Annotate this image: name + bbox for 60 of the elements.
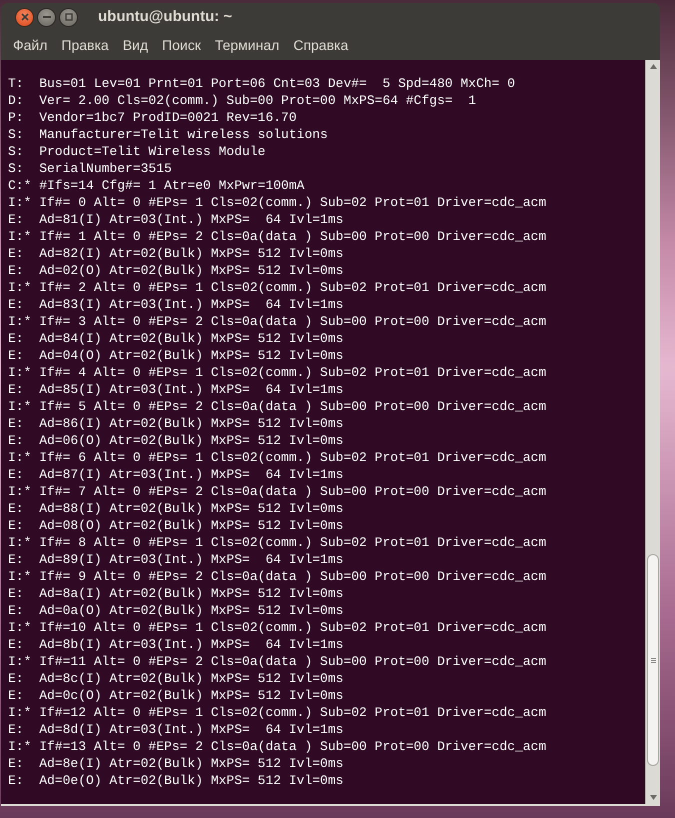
terminal-line: D: Ver= 2.00 Cls=02(comm.) Sub=00 Prot=00 MxPS=64 #Cfgs= 1 xyxy=(8,92,476,109)
terminal-line: T: Bus=01 Lev=01 Prnt=01 Port=06 Cnt=03 Dev#= 5 Spd=480 MxCh= 0 xyxy=(8,75,516,92)
close-button[interactable] xyxy=(15,8,34,26)
terminal-line: E: Ad=86(I) Atr=02(Bulk) MxPS= 512 Ivl=0ms xyxy=(8,415,344,432)
menu-item[interactable]: Файл xyxy=(6,35,54,56)
terminal-line: I:* If#=11 Alt= 0 #EPs= 2 Cls=0a(data ) Sub=00 Prot=00 Driver=cdc_acm xyxy=(8,653,546,670)
terminal-line: E: Ad=02(O) Atr=02(Bulk) MxPS= 512 Ivl=0ms xyxy=(8,262,344,279)
terminal-line: E: Ad=81(I) Atr=03(Int.) MxPS= 64 Ivl=1ms xyxy=(8,211,344,228)
minimize-icon xyxy=(42,16,50,18)
terminal-line: I:* If#= 2 Alt= 0 #EPs= 1 Cls=02(comm.) Sub=02 Prot=01 Driver=cdc_acm xyxy=(8,279,546,296)
terminal-line: E: Ad=04(O) Atr=02(Bulk) MxPS= 512 Ivl=0ms xyxy=(8,347,344,364)
menu-item[interactable]: Терминал xyxy=(208,35,286,56)
minimize-button[interactable] xyxy=(37,8,56,26)
terminal-line: S: Manufacturer=Telit wireless solutions xyxy=(8,126,328,143)
window-title: ubuntu@ubuntu: ~ xyxy=(98,6,232,27)
maximize-icon xyxy=(64,13,72,21)
terminal-line: E: Ad=88(I) Atr=02(Bulk) MxPS= 512 Ivl=0ms xyxy=(8,500,344,517)
scroll-up-arrow-icon xyxy=(650,64,656,69)
terminal-line: E: Ad=8b(I) Atr=03(Int.) MxPS= 64 Ivl=1ms xyxy=(8,636,344,653)
maximize-button[interactable] xyxy=(59,8,78,26)
menu-item[interactable]: Вид xyxy=(116,35,156,56)
terminal-line: S: Product=Telit Wireless Module xyxy=(8,143,266,160)
close-icon xyxy=(20,13,28,21)
terminal-line: E: Ad=83(I) Atr=03(Int.) MxPS= 64 Ivl=1ms xyxy=(8,296,344,313)
terminal-line: I:* If#= 0 Alt= 0 #EPs= 1 Cls=02(comm.) Sub=02 Prot=01 Driver=cdc_acm xyxy=(8,194,546,211)
terminal-line: I:* If#= 3 Alt= 0 #EPs= 2 Cls=0a(data ) Sub=00 Prot=00 Driver=cdc_acm xyxy=(8,313,546,330)
terminal-line: I:* If#=12 Alt= 0 #EPs= 1 Cls=02(comm.) Sub=02 Prot=01 Driver=cdc_acm xyxy=(8,704,546,721)
scrollbar-thumb[interactable] xyxy=(647,554,659,766)
grip-icon xyxy=(650,658,656,662)
terminal-line: I:* If#=13 Alt= 0 #EPs= 2 Cls=0a(data ) Sub=00 Prot=00 Driver=cdc_acm xyxy=(8,738,546,755)
terminal-line: E: Ad=06(O) Atr=02(Bulk) MxPS= 512 Ivl=0ms xyxy=(8,432,344,449)
terminal-line: P: Vendor=1bc7 ProdID=0021 Rev=16.70 xyxy=(8,109,297,126)
terminal-line: I:* If#= 9 Alt= 0 #EPs= 2 Cls=0a(data ) Sub=00 Prot=00 Driver=cdc_acm xyxy=(8,568,546,585)
terminal-line: E: Ad=0e(O) Atr=02(Bulk) MxPS= 512 Ivl=0ms xyxy=(8,772,344,789)
terminal-line: E: Ad=82(I) Atr=02(Bulk) MxPS= 512 Ivl=0ms xyxy=(8,245,344,262)
terminal-line: E: Ad=89(I) Atr=03(Int.) MxPS= 64 Ivl=1ms xyxy=(8,551,344,568)
terminal-line: I:* If#= 1 Alt= 0 #EPs= 2 Cls=0a(data ) Sub=00 Prot=00 Driver=cdc_acm xyxy=(8,228,546,245)
terminal-line: E: Ad=0c(O) Atr=02(Bulk) MxPS= 512 Ivl=0ms xyxy=(8,687,344,704)
terminal-line: E: Ad=8d(I) Atr=03(Int.) MxPS= 64 Ivl=1ms xyxy=(8,721,344,738)
terminal-line: E: Ad=8a(I) Atr=02(Bulk) MxPS= 512 Ivl=0ms xyxy=(8,585,344,602)
menu-item[interactable]: Правка xyxy=(54,35,116,56)
terminal-line: E: Ad=8c(I) Atr=02(Bulk) MxPS= 512 Ivl=0ms xyxy=(8,670,344,687)
terminal-line: S: SerialNumber=3515 xyxy=(8,160,172,177)
terminal-line: E: Ad=8e(I) Atr=02(Bulk) MxPS= 512 Ivl=0ms xyxy=(8,755,344,772)
scroll-down-arrow-icon xyxy=(650,795,656,800)
terminal-line: I:* If#= 7 Alt= 0 #EPs= 2 Cls=0a(data ) Sub=00 Prot=00 Driver=cdc_acm xyxy=(8,483,546,500)
terminal-line: I:* If#=10 Alt= 0 #EPs= 1 Cls=02(comm.) Sub=02 Prot=01 Driver=cdc_acm xyxy=(8,619,546,636)
terminal-line: I:* If#= 4 Alt= 0 #EPs= 1 Cls=02(comm.) Sub=02 Prot=01 Driver=cdc_acm xyxy=(8,364,546,381)
menu-item[interactable]: Справка xyxy=(286,35,356,56)
terminal-line: I:* If#= 6 Alt= 0 #EPs= 1 Cls=02(comm.) Sub=02 Prot=01 Driver=cdc_acm xyxy=(8,449,546,466)
terminal-line: I:* If#= 5 Alt= 0 #EPs= 2 Cls=0a(data ) Sub=00 Prot=00 Driver=cdc_acm xyxy=(8,398,546,415)
terminal-line: E: Ad=84(I) Atr=02(Bulk) MxPS= 512 Ivl=0ms xyxy=(8,330,344,347)
terminal-line: E: Ad=87(I) Atr=03(Int.) MxPS= 64 Ivl=1ms xyxy=(8,466,344,483)
terminal-line: I:* If#= 8 Alt= 0 #EPs= 1 Cls=02(comm.) Sub=02 Prot=01 Driver=cdc_acm xyxy=(8,534,546,551)
terminal-line: E: Ad=08(O) Atr=02(Bulk) MxPS= 512 Ivl=0ms xyxy=(8,517,344,534)
menu-item[interactable]: Поиск xyxy=(155,35,208,56)
terminal-line: E: Ad=85(I) Atr=03(Int.) MxPS= 64 Ivl=1ms xyxy=(8,381,344,398)
terminal-line: C:* #Ifs=14 Cfg#= 1 Atr=e0 MxPwr=100mA xyxy=(8,177,304,194)
scrollbar[interactable] xyxy=(645,60,660,804)
terminal-line: E: Ad=0a(O) Atr=02(Bulk) MxPS= 512 Ivl=0ms xyxy=(8,602,344,619)
